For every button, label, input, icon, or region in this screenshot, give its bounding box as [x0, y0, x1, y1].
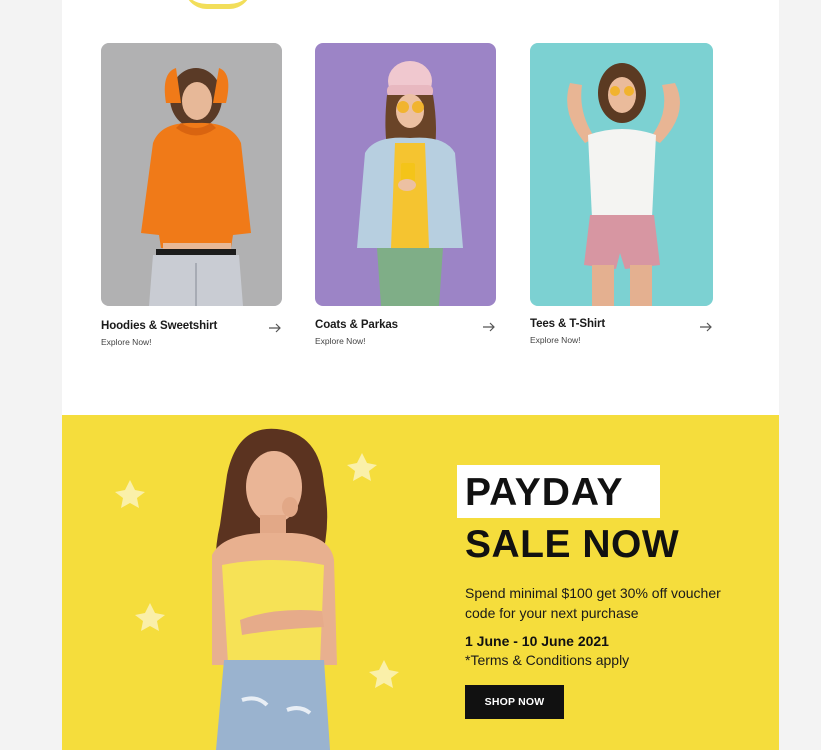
- coats-image[interactable]: [315, 43, 496, 306]
- card-subtitle[interactable]: Explore Now!: [315, 336, 366, 346]
- page-content: Hoodies & Sweetshirt Explore Now! Coats …: [62, 0, 779, 750]
- promo-description: Spend minimal $100 get 30% off voucher c…: [465, 585, 721, 621]
- card-subtitle[interactable]: Explore Now!: [101, 337, 152, 347]
- category-card-hoodies[interactable]: Hoodies & Sweetshirt Explore Now!: [101, 43, 282, 347]
- arrow-right-icon[interactable]: [699, 321, 713, 333]
- payday-sale-banner: PAYDAY SALE NOW Spend minimal $100 get 3…: [62, 415, 779, 750]
- category-card-coats[interactable]: Coats & Parkas Explore Now!: [315, 43, 496, 346]
- decorative-swoosh: [184, 0, 252, 9]
- card-subtitle[interactable]: Explore Now!: [530, 335, 581, 345]
- card-title[interactable]: Hoodies & Sweetshirt: [101, 320, 217, 332]
- promo-terms: *Terms & Conditions apply: [465, 652, 630, 668]
- tees-image[interactable]: [530, 43, 713, 306]
- card-title[interactable]: Tees & T-Shirt: [530, 318, 605, 330]
- hoodies-image[interactable]: [101, 43, 282, 306]
- promo-heading-line2: SALE NOW: [465, 523, 680, 566]
- arrow-right-icon[interactable]: [268, 322, 282, 334]
- promo-date-range: 1 June - 10 June 2021: [465, 633, 609, 649]
- card-title[interactable]: Coats & Parkas: [315, 319, 398, 331]
- arrow-right-icon[interactable]: [482, 321, 496, 333]
- category-card-tees[interactable]: Tees & T-Shirt Explore Now!: [530, 43, 713, 345]
- promo-heading-line1: PAYDAY: [465, 471, 624, 514]
- shop-now-button[interactable]: SHOP NOW: [465, 685, 564, 719]
